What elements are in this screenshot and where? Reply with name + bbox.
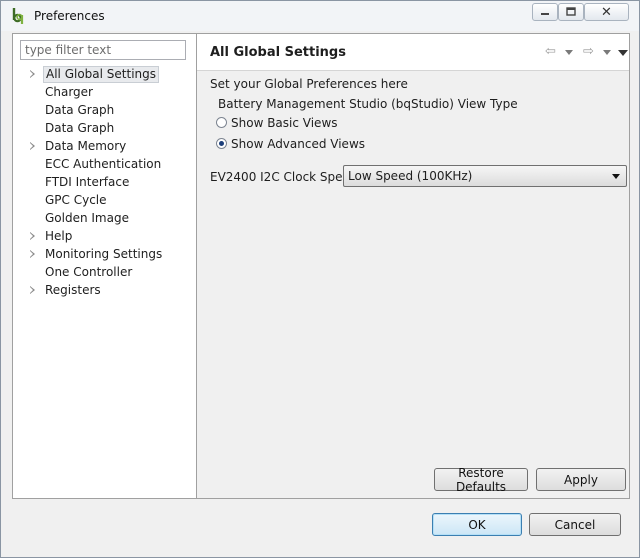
tree-item-help[interactable]: Help <box>13 227 196 245</box>
window-title: Preferences <box>34 9 105 23</box>
tree-item-data-graph-2[interactable]: Data Graph <box>13 119 196 137</box>
apply-button[interactable]: Apply <box>536 468 626 491</box>
tree-item-registers[interactable]: Registers <box>13 281 196 299</box>
tree-item-data-memory[interactable]: Data Memory <box>13 137 196 155</box>
maximize-icon <box>566 7 576 16</box>
radio-label: Show Advanced Views <box>231 137 366 151</box>
view-menu-icon[interactable] <box>618 50 628 56</box>
radio-label: Show Basic Views <box>231 116 338 130</box>
tree-item-label: FTDI Interface <box>45 175 130 189</box>
clock-speed-label: EV2400 I2C Clock Speed <box>210 170 358 184</box>
tree-item-golden-image[interactable]: Golden Image <box>13 209 196 227</box>
forward-arrow-icon[interactable]: ⇨ <box>583 45 594 59</box>
tree-item-one-controller[interactable]: One Controller <box>13 263 196 281</box>
restore-defaults-button[interactable]: Restore Defaults <box>434 466 528 494</box>
clock-speed-value: Low Speed (100KHz) <box>348 169 473 183</box>
chevron-down-icon <box>612 174 620 179</box>
title-bar[interactable]: Preferences ✕ <box>1 1 639 31</box>
tree-item-label: Data Memory <box>45 139 127 153</box>
tree-item-label: Registers <box>45 283 101 297</box>
back-arrow-icon[interactable]: ⇦ <box>545 45 556 59</box>
maximize-button[interactable] <box>558 3 584 21</box>
tree-item-data-graph[interactable]: Data Graph <box>13 101 196 119</box>
tree-item-label: GPC Cycle <box>45 193 107 207</box>
filter-input[interactable] <box>20 40 186 60</box>
close-button[interactable]: ✕ <box>584 3 629 21</box>
preference-tree-pane: All Global Settings Charger Data Graph D… <box>13 34 197 498</box>
preferences-content: All Global Settings Charger Data Graph D… <box>12 33 630 499</box>
tree-item-label: Help <box>45 229 73 243</box>
cancel-button[interactable]: Cancel <box>529 513 621 536</box>
expand-arrow-icon[interactable] <box>30 286 35 294</box>
radio-advanced-views[interactable] <box>216 138 227 149</box>
radio-basic-views[interactable] <box>216 117 227 128</box>
expand-arrow-icon[interactable] <box>30 250 35 258</box>
preferences-dialog: Preferences ✕ All Global Settings Charge… <box>0 0 640 558</box>
expand-arrow-icon[interactable] <box>30 232 35 240</box>
minimize-button[interactable] <box>532 3 558 21</box>
forward-history-dropdown-icon[interactable] <box>603 50 611 55</box>
tree-item-label: Data Graph <box>45 103 115 117</box>
tree-item-label: All Global Settings <box>43 66 160 83</box>
expand-arrow-icon[interactable] <box>30 142 35 150</box>
back-history-dropdown-icon[interactable] <box>565 50 573 55</box>
page-header: All Global Settings ⇦ ⇨ <box>197 34 629 71</box>
page-title: All Global Settings <box>210 45 346 60</box>
ok-button[interactable]: OK <box>432 513 522 536</box>
tree-item-monitoring-settings[interactable]: Monitoring Settings <box>13 245 196 263</box>
view-type-label: Battery Management Studio (bqStudio) Vie… <box>218 97 518 111</box>
preference-page: All Global Settings ⇦ ⇨ Set your Global … <box>197 34 629 498</box>
tree-item-label: Charger <box>45 85 93 99</box>
close-icon: ✕ <box>601 4 612 20</box>
tree-item-gpc-cycle[interactable]: GPC Cycle <box>13 191 196 209</box>
intro-text: Set your Global Preferences here <box>210 77 408 91</box>
tree-item-all-global-settings[interactable]: All Global Settings <box>13 65 196 83</box>
tree-item-charger[interactable]: Charger <box>13 83 196 101</box>
bq-logo-icon <box>12 8 24 24</box>
tree-item-label: Monitoring Settings <box>45 247 163 261</box>
preference-tree: All Global Settings Charger Data Graph D… <box>13 65 196 299</box>
clock-speed-select[interactable]: Low Speed (100KHz) <box>343 165 627 187</box>
tree-item-label: One Controller <box>45 265 133 279</box>
tree-item-ecc-authentication[interactable]: ECC Authentication <box>13 155 196 173</box>
view-type-group: Battery Management Studio (bqStudio) Vie… <box>210 94 626 158</box>
expand-arrow-icon[interactable] <box>30 70 35 78</box>
tree-item-label: Data Graph <box>45 121 115 135</box>
minimize-icon <box>541 13 549 15</box>
tree-item-label: Golden Image <box>45 211 129 225</box>
tree-item-label: ECC Authentication <box>45 157 162 171</box>
tree-item-ftdi-interface[interactable]: FTDI Interface <box>13 173 196 191</box>
